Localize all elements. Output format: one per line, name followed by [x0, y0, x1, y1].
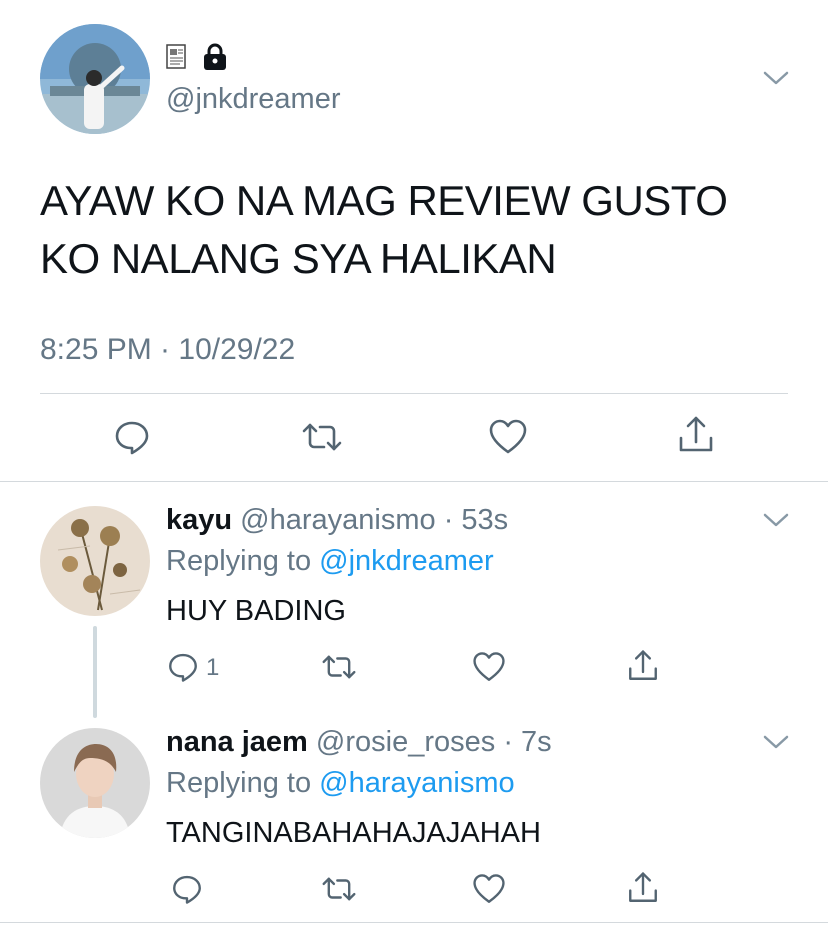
- like-icon[interactable]: [472, 650, 506, 684]
- replying-label: Replying to: [166, 545, 312, 577]
- reply-handle[interactable]: @harayanismo: [240, 504, 435, 536]
- lock-icon: [202, 43, 228, 76]
- tweet-text-line-2: KO NALANG SYA HALIKAN: [40, 235, 557, 282]
- bottom-divider: [0, 922, 828, 923]
- replying-to-link[interactable]: @harayanismo: [319, 767, 514, 799]
- replying-label: Replying to: [166, 767, 312, 799]
- share-icon[interactable]: [676, 414, 716, 456]
- reply-time: · 7s: [503, 726, 552, 758]
- share-icon[interactable]: [626, 870, 660, 906]
- main-timestamp[interactable]: 8:25 PM · 10/29/22: [40, 332, 295, 368]
- share-icon[interactable]: [626, 648, 660, 684]
- reply-icon[interactable]: [170, 872, 204, 906]
- main-avatar[interactable]: [40, 24, 150, 134]
- reply-name[interactable]: nana jaem: [166, 726, 308, 758]
- reply-avatar-nana-jaem[interactable]: [40, 728, 150, 838]
- reply-header-kayu: kayu @harayanismo · 53s: [166, 503, 508, 537]
- chevron-down-icon[interactable]: [762, 510, 790, 530]
- newspaper-icon: [166, 43, 188, 75]
- reply-count: 1: [206, 654, 220, 681]
- reply-time: · 53s: [443, 504, 509, 536]
- tweet-text-line-1: AYAW KO NA MAG REVIEW GUSTO: [40, 177, 728, 224]
- main-tweet-text: AYAW KO NA MAG REVIEW GUSTO KO NALANG SY…: [40, 172, 728, 288]
- reply-name[interactable]: kayu: [166, 504, 232, 536]
- reply-header-nana-jaem: nana jaem @rosie_roses · 7s: [166, 725, 552, 759]
- reply-avatar-kayu[interactable]: [40, 506, 150, 616]
- retweet-icon[interactable]: [320, 872, 358, 906]
- replying-to: Replying to @harayanismo: [166, 766, 515, 800]
- like-icon[interactable]: [472, 872, 506, 906]
- main-handle[interactable]: @jnkdreamer: [166, 82, 341, 116]
- retweet-icon[interactable]: [320, 650, 358, 684]
- name-badges: [166, 43, 228, 76]
- reply-icon[interactable]: [166, 650, 200, 684]
- thread-line: [93, 626, 97, 718]
- retweet-icon[interactable]: [300, 417, 344, 457]
- reply-icon[interactable]: [112, 417, 152, 457]
- section-divider: [0, 481, 828, 482]
- reply-text: TANGINABAHAHAJAJAHAH: [166, 817, 541, 849]
- reply-text: HUY BADING: [166, 595, 346, 627]
- main-divider: [40, 393, 788, 394]
- chevron-down-icon[interactable]: [762, 732, 790, 752]
- replying-to-link[interactable]: @jnkdreamer: [319, 545, 494, 577]
- chevron-down-icon[interactable]: [762, 68, 790, 88]
- like-icon[interactable]: [488, 417, 528, 457]
- replying-to: Replying to @jnkdreamer: [166, 544, 494, 578]
- reply-handle[interactable]: @rosie_roses: [316, 726, 495, 758]
